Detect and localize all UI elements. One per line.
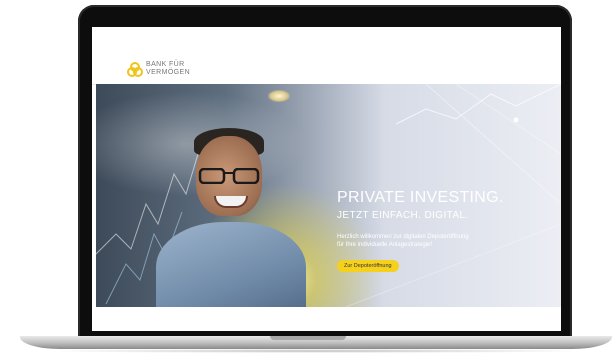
- glasses-graphic: [198, 168, 260, 184]
- hero-subtitle: JETZT EINFACH. DIGITAL.: [337, 210, 469, 221]
- brand-name[interactable]: BANK FÜR VERMÖGEN: [146, 61, 190, 77]
- hero-intro-line-1: Herzlich willkommen zur digitalen Depote…: [337, 234, 469, 240]
- hero-intro-line-2: für Ihre individuelle Anlagestrategie!: [337, 242, 433, 248]
- open-account-button[interactable]: Zur Depoteröffnung: [337, 260, 399, 272]
- bank-logo-icon[interactable]: [127, 62, 143, 78]
- hero-banner: PRIVATE INVESTING. JETZT EINFACH. DIGITA…: [96, 84, 561, 307]
- brand-line-1: BANK FÜR: [146, 61, 185, 68]
- browser-screen: BANK FÜR VERMÖGEN PRIVATE INVESTING. JET…: [92, 27, 561, 331]
- laptop-shadow: [40, 349, 592, 353]
- brand-line-2: VERMÖGEN: [146, 69, 191, 76]
- hero-intro-text: Herzlich willkommen zur digitalen Depote…: [337, 233, 527, 249]
- laptop-notch: [270, 336, 346, 340]
- hero-person-shirt: [156, 222, 306, 307]
- hero-title: PRIVATE INVESTING.: [337, 189, 504, 206]
- site-header: BANK FÜR VERMÖGEN: [92, 27, 561, 85]
- ceiling-lamp: [268, 90, 290, 102]
- page-content-below: [92, 307, 561, 331]
